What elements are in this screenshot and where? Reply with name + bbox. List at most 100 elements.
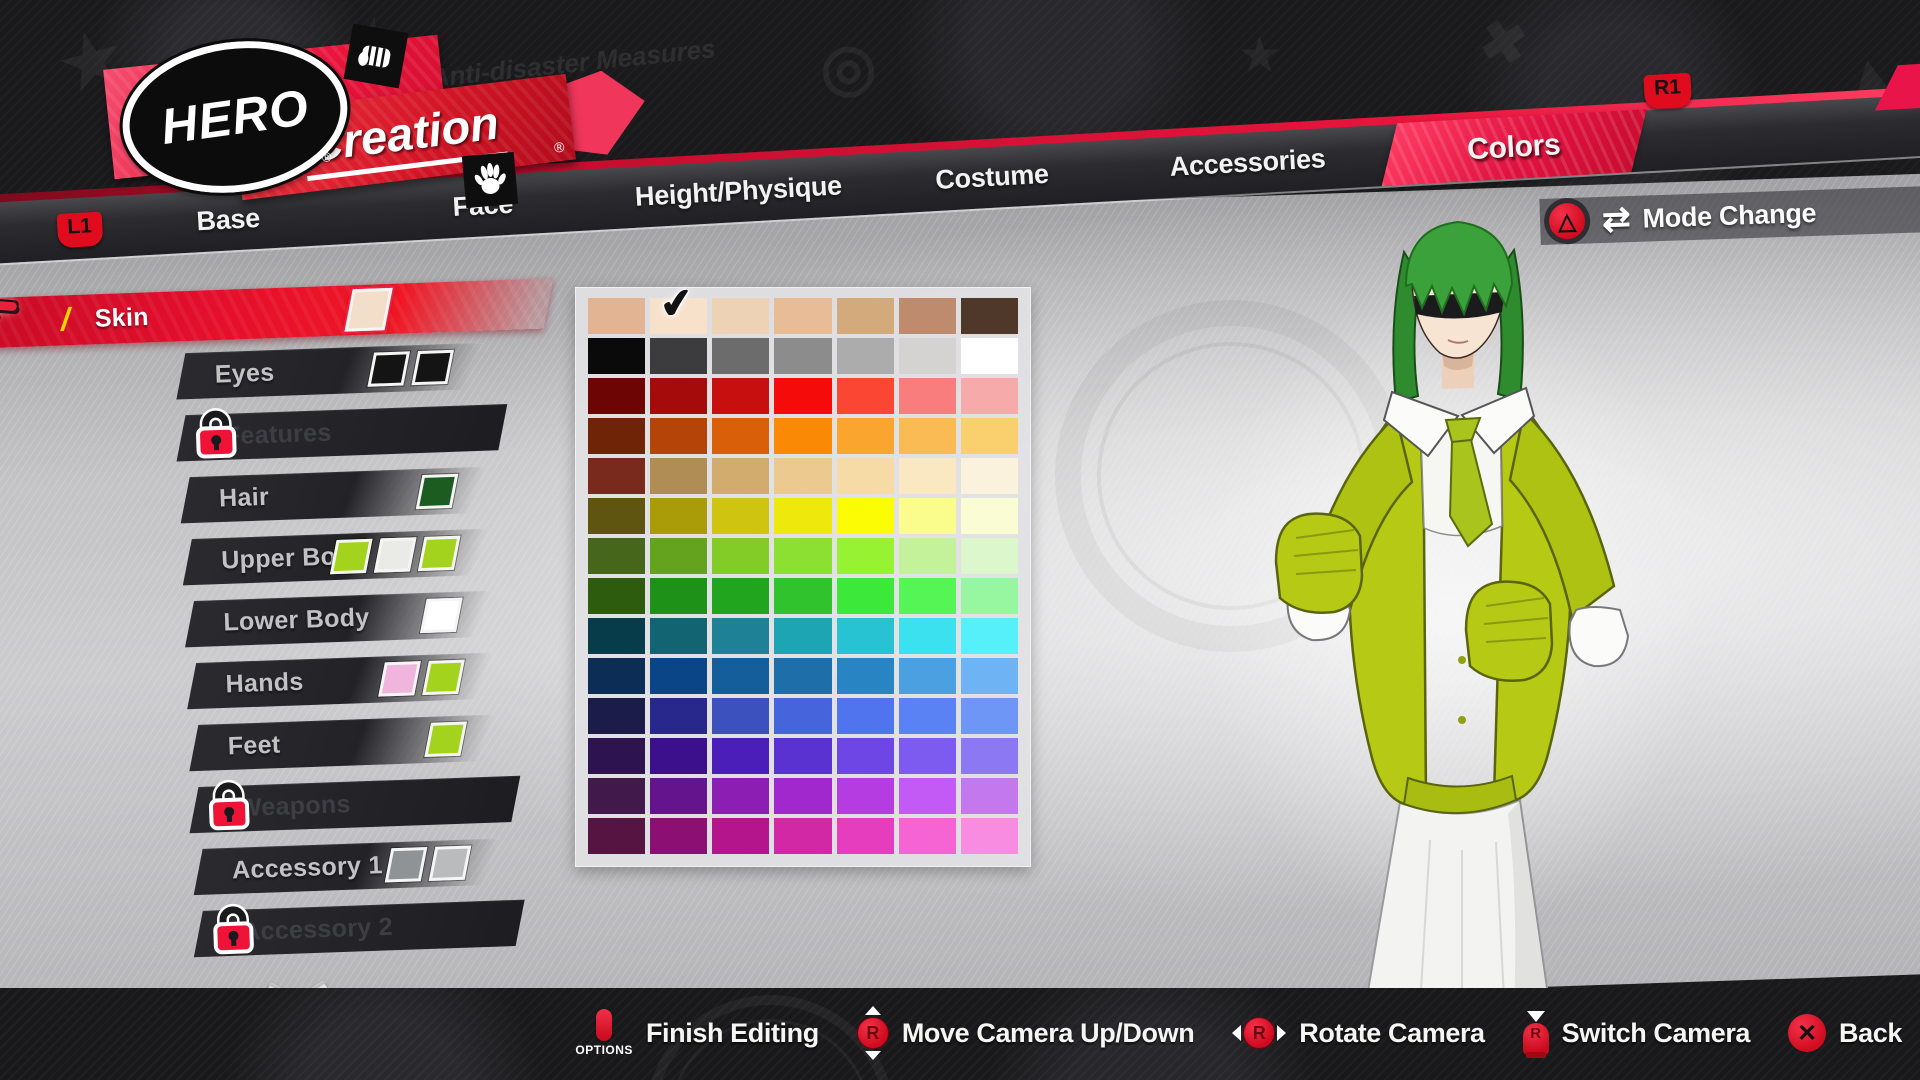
palette-cell-r5-c4[interactable] <box>774 458 832 494</box>
palette-cell-r1-c4[interactable] <box>774 298 832 334</box>
tab-accessories[interactable]: Accessories <box>1168 127 1327 198</box>
palette-cell-r13-c7[interactable] <box>960 778 1018 814</box>
palette-cell-r13-c3[interactable] <box>712 778 770 814</box>
palette-cell-r10-c3[interactable] <box>712 658 770 694</box>
palette-cell-r10-c5[interactable] <box>836 658 894 694</box>
palette-cell-r1-c2-selected[interactable]: ✔ <box>650 280 708 334</box>
palette-cell-r5-c2[interactable] <box>650 458 708 494</box>
palette-cell-r10-c7[interactable] <box>960 658 1018 694</box>
shoulder-button-r1[interactable]: R1 <box>1643 72 1693 110</box>
palette-cell-r9-c4[interactable] <box>774 618 832 654</box>
palette-cell-r9-c5[interactable] <box>836 618 894 654</box>
palette-cell-r6-c5[interactable] <box>836 498 894 534</box>
sidebar-item-hands[interactable]: Hands <box>187 652 494 710</box>
palette-cell-r3-c3[interactable] <box>712 378 770 414</box>
tab-costume[interactable]: Costume <box>934 143 1051 211</box>
palette-cell-r13-c6[interactable] <box>898 778 956 814</box>
palette-cell-r1-c5[interactable] <box>836 298 894 334</box>
palette-cell-r10-c4[interactable] <box>774 658 832 694</box>
palette-cell-r13-c4[interactable] <box>774 778 832 814</box>
palette-cell-r13-c2[interactable] <box>650 778 708 814</box>
palette-cell-r12-c3[interactable] <box>712 738 770 774</box>
palette-cell-r9-c7[interactable] <box>960 618 1018 654</box>
palette-cell-r7-c3[interactable] <box>712 538 770 574</box>
palette-cell-r5-c6[interactable] <box>898 458 956 494</box>
palette-cell-r2-c7[interactable] <box>960 338 1018 374</box>
palette-cell-r14-c7[interactable] <box>960 818 1018 854</box>
palette-cell-r8-c3[interactable] <box>712 578 770 614</box>
palette-cell-r2-c4[interactable] <box>774 338 832 374</box>
sidebar-item-upper-body[interactable]: Upper Body <box>182 528 490 586</box>
footer-control-switch-camera[interactable]: Switch Camera <box>1522 1011 1750 1058</box>
palette-cell-r9-c3[interactable] <box>712 618 770 654</box>
palette-cell-r4-c6[interactable] <box>898 418 956 454</box>
palette-cell-r14-c3[interactable] <box>712 818 770 854</box>
footer-control-move-camera-up-down[interactable]: Move Camera Up/Down <box>856 1006 1195 1060</box>
palette-cell-r8-c4[interactable] <box>774 578 832 614</box>
tab-colors[interactable]: Colors <box>1381 109 1647 187</box>
palette-cell-r8-c7[interactable] <box>960 578 1018 614</box>
footer-control-back[interactable]: Back <box>1788 1014 1902 1052</box>
sidebar-item-accessory-1[interactable]: Accessory 1 <box>193 838 501 896</box>
palette-cell-r6-c4[interactable] <box>774 498 832 534</box>
palette-cell-r9-c6[interactable] <box>898 618 956 654</box>
palette-cell-r4-c3[interactable] <box>712 418 770 454</box>
palette-cell-r3-c7[interactable] <box>960 378 1018 414</box>
palette-cell-r5-c5[interactable] <box>836 458 894 494</box>
palette-cell-r3-c5[interactable] <box>836 378 894 414</box>
palette-cell-r13-c5[interactable] <box>836 778 894 814</box>
footer-control-rotate-camera[interactable]: Rotate Camera <box>1232 1017 1485 1049</box>
palette-cell-r11-c7[interactable] <box>960 698 1018 734</box>
palette-cell-r8-c5[interactable] <box>836 578 894 614</box>
palette-cell-r4-c7[interactable] <box>960 418 1018 454</box>
palette-cell-r7-c4[interactable] <box>774 538 832 574</box>
palette-cell-r4-c2[interactable] <box>650 418 708 454</box>
palette-cell-r8-c6[interactable] <box>898 578 956 614</box>
palette-cell-r11-c3[interactable] <box>712 698 770 734</box>
palette-cell-r12-c4[interactable] <box>774 738 832 774</box>
palette-cell-r11-c4[interactable] <box>774 698 832 734</box>
palette-cell-r6-c6[interactable] <box>898 498 956 534</box>
palette-cell-r10-c6[interactable] <box>898 658 956 694</box>
palette-cell-r2-c2[interactable] <box>650 338 708 374</box>
palette-cell-r12-c2[interactable] <box>650 738 708 774</box>
palette-cell-r14-c4[interactable] <box>774 818 832 854</box>
palette-cell-r4-c4[interactable] <box>774 418 832 454</box>
palette-cell-r10-c2[interactable] <box>650 658 708 694</box>
palette-cell-r6-c2[interactable] <box>650 498 708 534</box>
palette-cell-r14-c2[interactable] <box>650 818 708 854</box>
palette-cell-r6-c3[interactable] <box>712 498 770 534</box>
footer-control-finish-editing[interactable]: OPTIONS Finish Editing <box>575 1009 819 1057</box>
palette-cell-r12-c6[interactable] <box>898 738 956 774</box>
palette-cell-r4-c5[interactable] <box>836 418 894 454</box>
palette-cell-r3-c6[interactable] <box>898 378 956 414</box>
palette-cell-r14-c5[interactable] <box>836 818 894 854</box>
palette-cell-r1-c6[interactable] <box>898 298 956 334</box>
palette-cell-r12-c7[interactable] <box>960 738 1018 774</box>
palette-cell-r3-c2[interactable] <box>650 378 708 414</box>
sidebar-item-feet[interactable]: Feet <box>189 714 497 772</box>
palette-cell-r3-c4[interactable] <box>774 378 832 414</box>
palette-cell-r2-c6[interactable] <box>898 338 956 374</box>
palette-cell-r6-c7[interactable] <box>960 498 1018 534</box>
palette-cell-r2-c5[interactable] <box>836 338 894 374</box>
palette-cell-r11-c5[interactable] <box>836 698 894 734</box>
palette-cell-r8-c2[interactable] <box>650 578 708 614</box>
tab-height-physique[interactable]: Height/Physique <box>633 154 843 227</box>
palette-cell-r14-c6[interactable] <box>898 818 956 854</box>
palette-cell-r11-c6[interactable] <box>898 698 956 734</box>
sidebar-item-hair[interactable]: Hair <box>180 466 488 524</box>
palette-cell-r11-c2[interactable] <box>650 698 708 734</box>
palette-cell-r1-c7[interactable] <box>960 298 1018 334</box>
palette-cell-r12-c5[interactable] <box>836 738 894 774</box>
palette-cell-r5-c7[interactable] <box>960 458 1018 494</box>
palette-cell-r7-c7[interactable] <box>960 538 1018 574</box>
sidebar-item-lower-body[interactable]: Lower Body <box>185 590 492 648</box>
palette-cell-r2-c3[interactable] <box>712 338 770 374</box>
palette-cell-r7-c2[interactable] <box>650 538 708 574</box>
palette-cell-r7-c6[interactable] <box>898 538 956 574</box>
sidebar-item-eyes[interactable]: Eyes <box>176 342 484 400</box>
palette-cell-r7-c5[interactable] <box>836 538 894 574</box>
palette-cell-r1-c3[interactable] <box>712 298 770 334</box>
palette-cell-r9-c2[interactable] <box>650 618 708 654</box>
